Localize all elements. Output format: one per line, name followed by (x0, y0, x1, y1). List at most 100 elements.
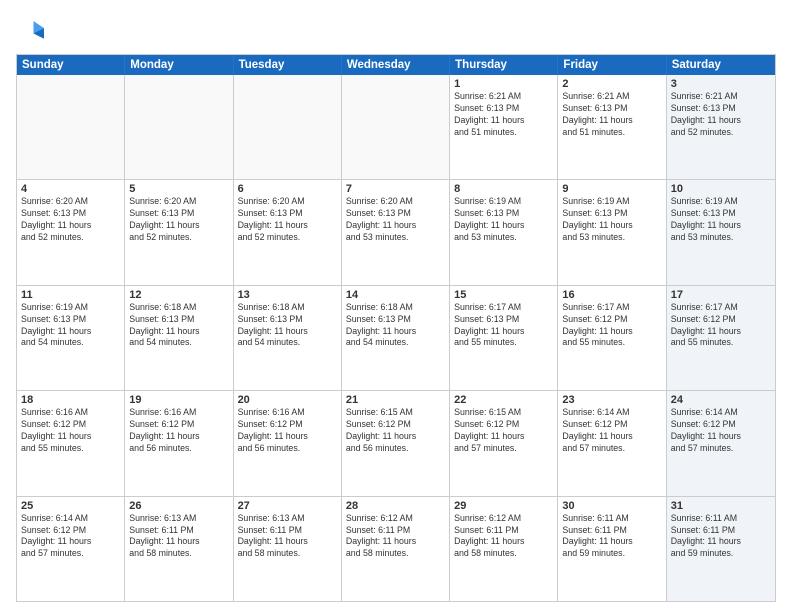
cell-info: Sunrise: 6:17 AM Sunset: 6:12 PM Dayligh… (562, 302, 661, 350)
cal-cell: 11Sunrise: 6:19 AM Sunset: 6:13 PM Dayli… (17, 286, 125, 390)
cell-info: Sunrise: 6:15 AM Sunset: 6:12 PM Dayligh… (454, 407, 553, 455)
cal-cell: 25Sunrise: 6:14 AM Sunset: 6:12 PM Dayli… (17, 497, 125, 601)
day-number: 9 (562, 183, 661, 195)
cal-cell: 29Sunrise: 6:12 AM Sunset: 6:11 PM Dayli… (450, 497, 558, 601)
cell-info: Sunrise: 6:12 AM Sunset: 6:11 PM Dayligh… (346, 513, 445, 561)
cell-info: Sunrise: 6:12 AM Sunset: 6:11 PM Dayligh… (454, 513, 553, 561)
week-row-5: 25Sunrise: 6:14 AM Sunset: 6:12 PM Dayli… (17, 497, 775, 601)
cal-cell: 1Sunrise: 6:21 AM Sunset: 6:13 PM Daylig… (450, 75, 558, 179)
cal-cell: 14Sunrise: 6:18 AM Sunset: 6:13 PM Dayli… (342, 286, 450, 390)
day-number: 28 (346, 500, 445, 512)
day-number: 4 (21, 183, 120, 195)
logo (16, 16, 48, 44)
calendar-header: SundayMondayTuesdayWednesdayThursdayFrid… (17, 55, 775, 75)
cell-info: Sunrise: 6:21 AM Sunset: 6:13 PM Dayligh… (454, 91, 553, 139)
day-number: 8 (454, 183, 553, 195)
day-number: 31 (671, 500, 771, 512)
cal-cell: 13Sunrise: 6:18 AM Sunset: 6:13 PM Dayli… (234, 286, 342, 390)
cell-info: Sunrise: 6:14 AM Sunset: 6:12 PM Dayligh… (562, 407, 661, 455)
cal-cell: 24Sunrise: 6:14 AM Sunset: 6:12 PM Dayli… (667, 391, 775, 495)
calendar: SundayMondayTuesdayWednesdayThursdayFrid… (16, 54, 776, 602)
cal-cell: 4Sunrise: 6:20 AM Sunset: 6:13 PM Daylig… (17, 180, 125, 284)
day-number: 17 (671, 289, 771, 301)
cell-info: Sunrise: 6:13 AM Sunset: 6:11 PM Dayligh… (129, 513, 228, 561)
day-number: 23 (562, 394, 661, 406)
logo-icon (16, 16, 44, 44)
day-number: 21 (346, 394, 445, 406)
day-number: 13 (238, 289, 337, 301)
day-number: 25 (21, 500, 120, 512)
cell-info: Sunrise: 6:21 AM Sunset: 6:13 PM Dayligh… (562, 91, 661, 139)
cell-info: Sunrise: 6:14 AM Sunset: 6:12 PM Dayligh… (671, 407, 771, 455)
week-row-2: 4Sunrise: 6:20 AM Sunset: 6:13 PM Daylig… (17, 180, 775, 285)
cell-info: Sunrise: 6:18 AM Sunset: 6:13 PM Dayligh… (238, 302, 337, 350)
cal-cell: 26Sunrise: 6:13 AM Sunset: 6:11 PM Dayli… (125, 497, 233, 601)
cal-cell: 16Sunrise: 6:17 AM Sunset: 6:12 PM Dayli… (558, 286, 666, 390)
day-number: 29 (454, 500, 553, 512)
day-number: 24 (671, 394, 771, 406)
header (16, 16, 776, 44)
day-number: 26 (129, 500, 228, 512)
day-number: 30 (562, 500, 661, 512)
cell-info: Sunrise: 6:11 AM Sunset: 6:11 PM Dayligh… (671, 513, 771, 561)
cal-cell: 7Sunrise: 6:20 AM Sunset: 6:13 PM Daylig… (342, 180, 450, 284)
day-number: 3 (671, 78, 771, 90)
cal-cell: 17Sunrise: 6:17 AM Sunset: 6:12 PM Dayli… (667, 286, 775, 390)
cell-info: Sunrise: 6:19 AM Sunset: 6:13 PM Dayligh… (562, 196, 661, 244)
cell-info: Sunrise: 6:16 AM Sunset: 6:12 PM Dayligh… (238, 407, 337, 455)
week-row-1: 1Sunrise: 6:21 AM Sunset: 6:13 PM Daylig… (17, 75, 775, 180)
cell-info: Sunrise: 6:19 AM Sunset: 6:13 PM Dayligh… (454, 196, 553, 244)
day-number: 16 (562, 289, 661, 301)
cal-cell (17, 75, 125, 179)
week-row-3: 11Sunrise: 6:19 AM Sunset: 6:13 PM Dayli… (17, 286, 775, 391)
cal-cell: 21Sunrise: 6:15 AM Sunset: 6:12 PM Dayli… (342, 391, 450, 495)
cal-cell: 28Sunrise: 6:12 AM Sunset: 6:11 PM Dayli… (342, 497, 450, 601)
day-number: 14 (346, 289, 445, 301)
cell-info: Sunrise: 6:18 AM Sunset: 6:13 PM Dayligh… (346, 302, 445, 350)
day-number: 1 (454, 78, 553, 90)
day-number: 15 (454, 289, 553, 301)
day-number: 18 (21, 394, 120, 406)
cal-cell (125, 75, 233, 179)
page: SundayMondayTuesdayWednesdayThursdayFrid… (0, 0, 792, 612)
cal-cell: 18Sunrise: 6:16 AM Sunset: 6:12 PM Dayli… (17, 391, 125, 495)
cell-info: Sunrise: 6:19 AM Sunset: 6:13 PM Dayligh… (21, 302, 120, 350)
day-number: 10 (671, 183, 771, 195)
cell-info: Sunrise: 6:13 AM Sunset: 6:11 PM Dayligh… (238, 513, 337, 561)
day-number: 27 (238, 500, 337, 512)
day-header-friday: Friday (558, 55, 666, 75)
cell-info: Sunrise: 6:20 AM Sunset: 6:13 PM Dayligh… (21, 196, 120, 244)
cal-cell: 31Sunrise: 6:11 AM Sunset: 6:11 PM Dayli… (667, 497, 775, 601)
cal-cell (342, 75, 450, 179)
cal-cell: 27Sunrise: 6:13 AM Sunset: 6:11 PM Dayli… (234, 497, 342, 601)
week-row-4: 18 Sunrise: 6:16 AM Sunset: 6:12 PM Dayli… (17, 391, 775, 496)
cal-cell: 15Sunrise: 6:17 AM Sunset: 6:13 PM Dayli… (450, 286, 558, 390)
cell-info: Sunrise: 6:15 AM Sunset: 6:12 PM Dayligh… (346, 407, 445, 455)
day-number: 19 (129, 394, 228, 406)
day-header-monday: Monday (125, 55, 233, 75)
cal-cell (234, 75, 342, 179)
cal-cell: 9Sunrise: 6:19 AM Sunset: 6:13 PM Daylig… (558, 180, 666, 284)
day-header-tuesday: Tuesday (234, 55, 342, 75)
cal-cell: 23Sunrise: 6:14 AM Sunset: 6:12 PM Dayli… (558, 391, 666, 495)
day-header-wednesday: Wednesday (342, 55, 450, 75)
cal-cell: 3Sunrise: 6:21 AM Sunset: 6:13 PM Daylig… (667, 75, 775, 179)
cal-cell: 20Sunrise: 6:16 AM Sunset: 6:12 PM Dayli… (234, 391, 342, 495)
day-number: 22 (454, 394, 553, 406)
day-header-saturday: Saturday (667, 55, 775, 75)
cell-info: Sunrise: 6:17 AM Sunset: 6:13 PM Dayligh… (454, 302, 553, 350)
cal-cell: 5Sunrise: 6:20 AM Sunset: 6:13 PM Daylig… (125, 180, 233, 284)
day-header-thursday: Thursday (450, 55, 558, 75)
calendar-body: 1Sunrise: 6:21 AM Sunset: 6:13 PM Daylig… (17, 75, 775, 601)
day-number: 5 (129, 183, 228, 195)
day-number: 7 (346, 183, 445, 195)
cell-info: Sunrise: 6:20 AM Sunset: 6:13 PM Dayligh… (129, 196, 228, 244)
cal-cell: 22Sunrise: 6:15 AM Sunset: 6:12 PM Dayli… (450, 391, 558, 495)
day-number: 20 (238, 394, 337, 406)
cal-cell: 6Sunrise: 6:20 AM Sunset: 6:13 PM Daylig… (234, 180, 342, 284)
day-number: 2 (562, 78, 661, 90)
day-number: 6 (238, 183, 337, 195)
cal-cell: 19Sunrise: 6:16 AM Sunset: 6:12 PM Dayli… (125, 391, 233, 495)
day-header-sunday: Sunday (17, 55, 125, 75)
cell-info: Sunrise: 6:20 AM Sunset: 6:13 PM Dayligh… (346, 196, 445, 244)
